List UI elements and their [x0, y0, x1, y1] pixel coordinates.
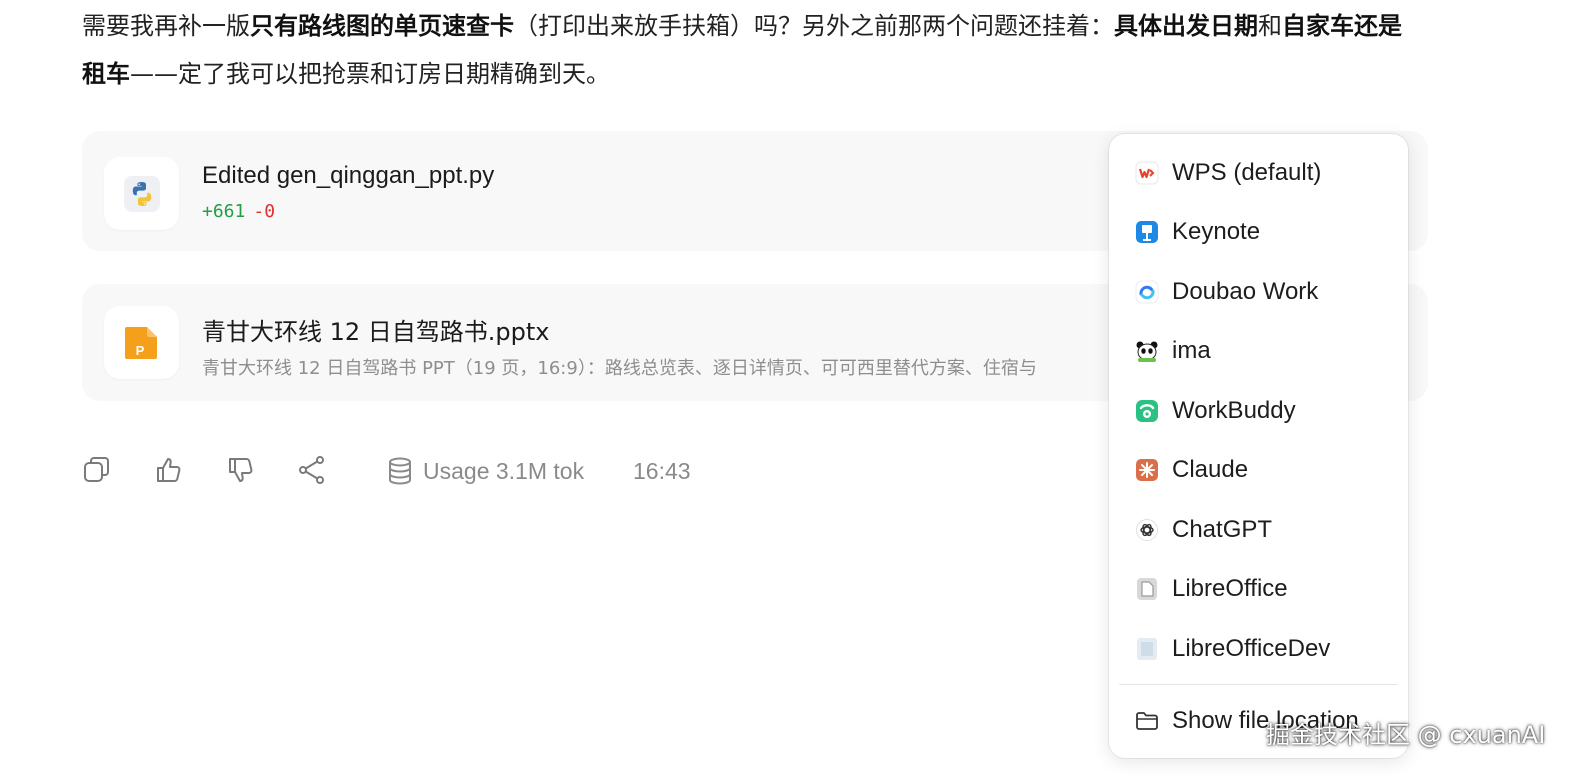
- menu-item-doubao-work[interactable]: Doubao Work: [1119, 267, 1398, 317]
- message-text: 和: [1258, 12, 1282, 40]
- menu-item-label: LibreOfficeDev: [1172, 635, 1331, 662]
- menu-item-libreoffice[interactable]: LibreOffice: [1119, 564, 1398, 614]
- database-icon: [389, 457, 411, 485]
- menu-item-libreofficedev[interactable]: LibreOfficeDev: [1119, 624, 1398, 674]
- menu-item-label: Doubao Work: [1172, 278, 1319, 305]
- menu-item-label: Claude: [1172, 456, 1249, 483]
- lines-removed: -0: [253, 201, 276, 222]
- pptx-file-icon: P: [104, 306, 179, 379]
- menu-item-label: WPS (default): [1172, 159, 1322, 186]
- card-description: 青甘大环线 12 日自驾路书 PPT（19 页，16:9）：路线总览表、逐日详情…: [202, 358, 1037, 379]
- timestamp: 16:43: [633, 458, 691, 484]
- menu-item-wps[interactable]: WPS (default): [1119, 148, 1398, 198]
- copy-icon[interactable]: [82, 455, 112, 485]
- menu-item-claude[interactable]: Claude: [1119, 445, 1398, 495]
- menu-item-chatgpt[interactable]: ChatGPT: [1119, 505, 1398, 555]
- workbuddy-icon: [1136, 400, 1158, 422]
- lines-added: +661: [202, 201, 246, 222]
- keynote-icon: [1136, 221, 1158, 243]
- card-title: Edited gen_qinggan_ppt.py: [202, 162, 495, 189]
- panda-icon: [1136, 341, 1158, 362]
- message-actions: Usage 3.1M tok 16:43: [82, 452, 782, 490]
- usage-indicator: Usage 3.1M tok: [387, 452, 584, 490]
- message-text: 需要我再补一版: [82, 12, 250, 40]
- menu-item-ima[interactable]: ima: [1119, 326, 1398, 376]
- menu-divider: [1119, 684, 1398, 685]
- menu-item-workbuddy[interactable]: WorkBuddy: [1119, 386, 1398, 436]
- python-file-icon: [104, 157, 179, 230]
- menu-item-label: WorkBuddy: [1172, 397, 1296, 424]
- menu-item-label: LibreOffice: [1172, 575, 1288, 602]
- chatgpt-icon: [1136, 519, 1158, 541]
- message-text: ——定了我可以把抢票和订房日期精确到天。: [130, 60, 610, 88]
- message-bold: 具体出发日期: [1114, 12, 1258, 40]
- thumbs-up-icon[interactable]: [154, 455, 184, 485]
- share-icon[interactable]: [297, 455, 327, 485]
- usage-text: Usage 3.1M tok: [423, 457, 585, 484]
- menu-item-keynote[interactable]: Keynote: [1119, 207, 1398, 257]
- diff-stats: +661 -0: [202, 201, 275, 222]
- message-bold: 只有路线图的单页速查卡: [250, 12, 514, 40]
- wps-icon: [1135, 161, 1159, 185]
- menu-item-label: Keynote: [1172, 218, 1261, 245]
- card-title: 青甘大环线 12 日自驾路书.pptx: [202, 318, 550, 346]
- folder-icon: [1136, 712, 1158, 730]
- doubao-icon: [1135, 280, 1159, 304]
- pptx-letter: P: [136, 343, 145, 358]
- assistant-message: 需要我再补一版只有路线图的单页速查卡（打印出来放手扶箱）吗？另外之前那两个问题还…: [82, 2, 1422, 98]
- open-with-menu: WPS (default) Keynote Doubao Work ima Wo…: [1109, 134, 1408, 758]
- menu-item-label: ChatGPT: [1172, 516, 1273, 543]
- claude-icon: [1136, 459, 1158, 481]
- watermark: 掘金技术社区 @ cxuanAI: [1266, 721, 1546, 749]
- message-text: （打印出来放手扶箱）吗？另外之前那两个问题还挂着：: [514, 12, 1114, 40]
- libreofficedev-icon: [1137, 638, 1157, 660]
- thumbs-down-icon[interactable]: [226, 455, 256, 485]
- menu-item-label: ima: [1172, 337, 1211, 364]
- libreoffice-icon: [1137, 578, 1157, 600]
